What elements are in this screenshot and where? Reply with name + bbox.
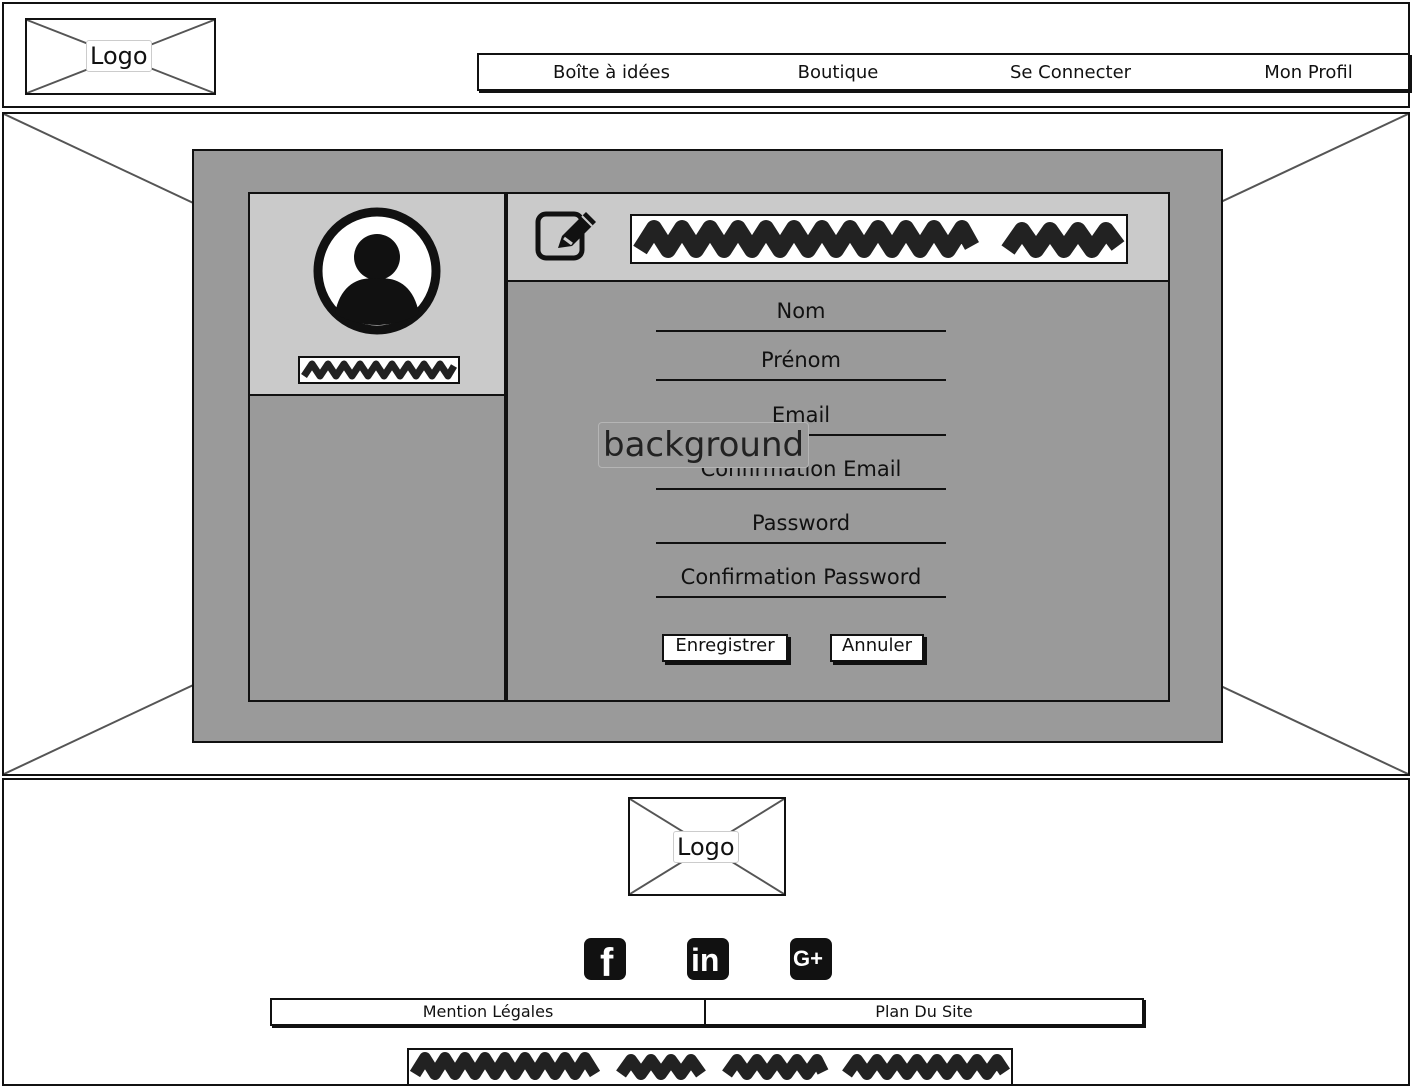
cancel-button[interactable]: Annuler	[830, 634, 924, 662]
footer-link-plan-du-site[interactable]: Plan Du Site	[706, 1000, 1142, 1024]
username-placeholder	[298, 356, 460, 384]
field-nom-input[interactable]	[656, 330, 946, 332]
footer-logo[interactable]: Logo	[628, 797, 786, 896]
linkedin-icon[interactable]: in	[687, 938, 729, 980]
field-confirm-password-label: Confirmation Password	[680, 565, 922, 589]
header-logo[interactable]: Logo	[25, 18, 216, 95]
header: Logo Boîte à idées Boutique Se Connecter…	[2, 2, 1410, 108]
profile-sidebar	[248, 192, 506, 702]
nav-item-boutique[interactable]: Boutique	[744, 55, 934, 89]
edit-pencil-icon[interactable]	[534, 208, 600, 264]
copyright-placeholder	[407, 1048, 1013, 1086]
background-placeholder: Nom Prénom Email Confirmation Email Pass…	[2, 112, 1410, 776]
field-nom-label: Nom	[776, 299, 826, 323]
footer-links: Mention Légales Plan Du Site	[270, 998, 1144, 1026]
field-confirm-email-input[interactable]	[656, 488, 946, 490]
field-password-label: Password	[751, 511, 851, 535]
top-nav: Boîte à idées Boutique Se Connecter Mon …	[477, 53, 1410, 91]
field-confirm-password-input[interactable]	[656, 596, 946, 598]
google-plus-icon[interactable]: G+	[790, 938, 832, 980]
field-prenom-label: Prénom	[760, 348, 841, 372]
google-plus-glyph: G+	[793, 946, 823, 971]
footer-link-mentions-legales[interactable]: Mention Légales	[272, 1000, 706, 1024]
field-password-input[interactable]	[656, 542, 946, 544]
field-prenom-input[interactable]	[656, 379, 946, 381]
footer: Logo f in G+ Mention Légales Plan Du Sit…	[2, 778, 1410, 1086]
nav-item-mon-profil[interactable]: Mon Profil	[1209, 55, 1408, 89]
background-label: background	[598, 422, 810, 468]
form-header	[508, 194, 1168, 282]
user-avatar-icon[interactable]	[312, 206, 442, 336]
footer-logo-label: Logo	[673, 831, 739, 863]
header-logo-label: Logo	[86, 40, 152, 72]
facebook-icon[interactable]: f	[584, 938, 626, 985]
linkedin-glyph: in	[691, 942, 720, 978]
nav-item-se-connecter[interactable]: Se Connecter	[932, 55, 1211, 89]
profile-card	[250, 194, 504, 396]
facebook-glyph: f	[600, 941, 614, 985]
nav-item-boite-a-idees[interactable]: Boîte à idées	[479, 55, 746, 89]
form-title-placeholder	[630, 214, 1128, 264]
save-button[interactable]: Enregistrer	[662, 634, 788, 662]
